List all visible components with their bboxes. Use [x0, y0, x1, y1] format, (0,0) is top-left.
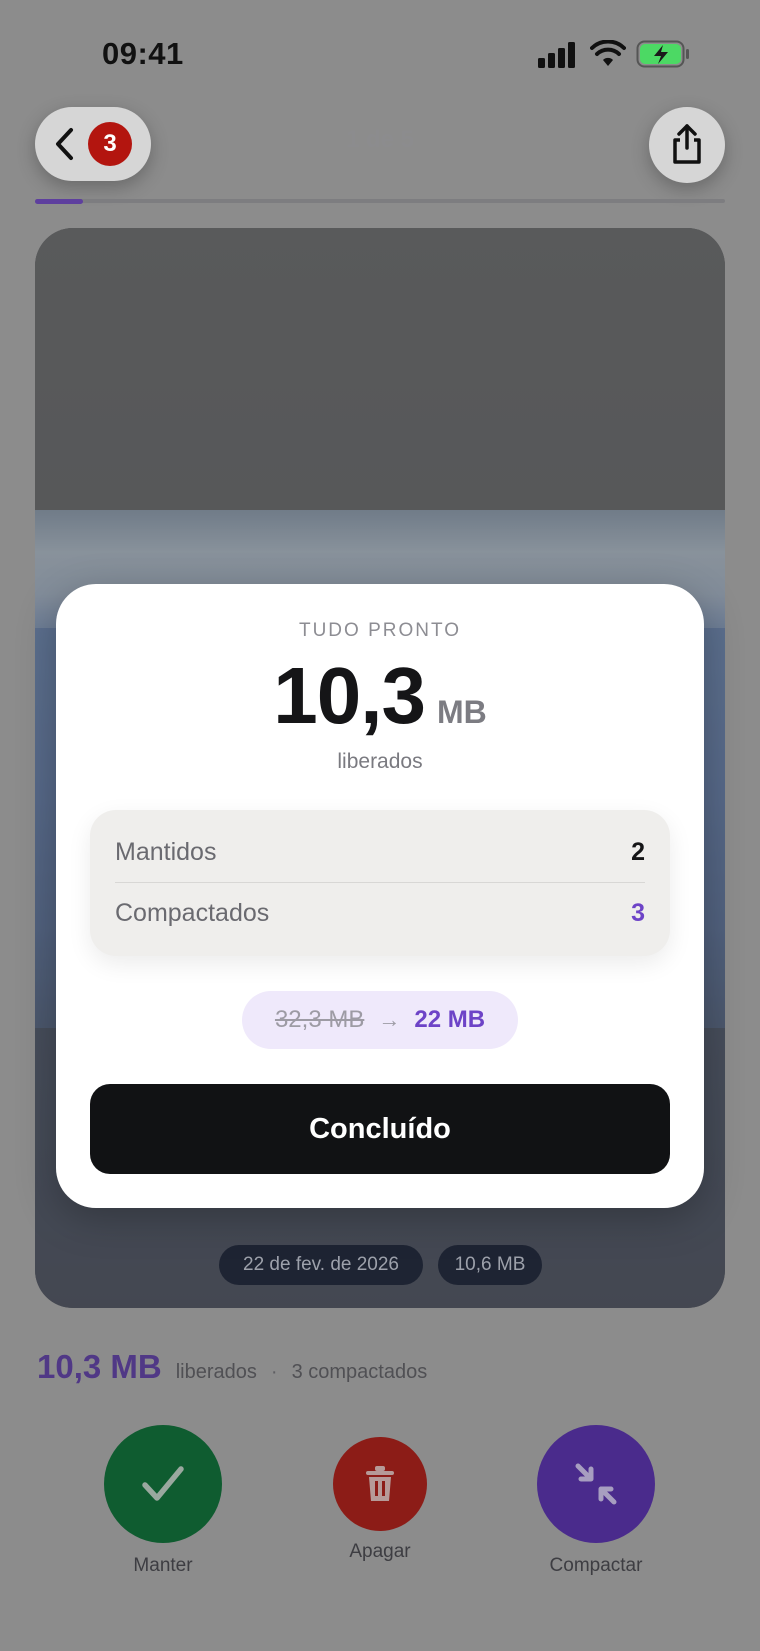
wifi-icon — [590, 40, 626, 66]
delete-button[interactable] — [333, 1437, 427, 1531]
keep-label: Manter — [133, 1555, 193, 1576]
trash-icon — [366, 1466, 394, 1501]
arrow-right-icon: → — [378, 1007, 401, 1032]
status-time: 09:41 — [102, 36, 184, 71]
stat-value: 2 — [631, 837, 645, 866]
summary-freed: liberados — [175, 1361, 257, 1383]
stats-box: Mantidos 2 Compactados 3 — [90, 810, 670, 956]
page-title: 1 de 5 — [345, 126, 415, 153]
stat-value: 3 — [631, 898, 645, 927]
share-icon — [673, 124, 701, 164]
size-after: 22 MB — [414, 1006, 486, 1033]
summary-compacted: 3 compactados — [291, 1361, 428, 1383]
back-button[interactable]: 3 — [35, 107, 151, 181]
delete-label: Apagar — [349, 1541, 411, 1562]
progress-fill — [35, 199, 83, 204]
photo-area-top — [35, 228, 725, 510]
photo-date-chip: 22 de fev. de 2026 — [219, 1245, 423, 1285]
share-button[interactable] — [649, 107, 725, 183]
delete-action[interactable]: Apagar — [333, 1437, 427, 1563]
freed-label: liberados — [337, 750, 423, 773]
battery-charging-icon — [636, 40, 689, 68]
stat-label: Compactados — [115, 898, 270, 927]
cellular-signal-icon — [538, 42, 575, 68]
progress-track — [35, 199, 725, 203]
done-button[interactable]: Concluído — [90, 1084, 670, 1174]
freed-amount-unit: MB — [436, 694, 487, 730]
compress-icon — [575, 1463, 617, 1505]
size-before: 32,3 MB — [274, 1006, 365, 1033]
photo-size-chip: 10,6 MB — [438, 1245, 542, 1285]
stat-row-kept: Mantidos 2 — [115, 822, 645, 882]
compress-action[interactable]: Compactar — [537, 1425, 655, 1577]
completion-dialog: TUDO PRONTO 10,3 MB liberados Mantidos 2… — [56, 584, 704, 1208]
compress-label: Compactar — [549, 1555, 643, 1576]
freed-amount: 10,3 MB — [56, 650, 704, 742]
stat-row-compacted: Compactados 3 — [115, 883, 645, 943]
summary-line: 10,3 MB liberados · 3 compactados — [37, 1348, 427, 1386]
dialog-eyebrow: TUDO PRONTO — [298, 620, 462, 641]
keep-action[interactable]: Manter — [104, 1425, 222, 1577]
check-icon — [142, 1466, 184, 1501]
freed-amount-value: 10,3 — [273, 651, 426, 740]
compress-button[interactable] — [537, 1425, 655, 1543]
stat-label: Mantidos — [115, 837, 217, 866]
chevron-left-icon — [56, 128, 73, 160]
summary-amount: 10,3 MB — [37, 1348, 162, 1385]
size-change-pill: 32,3 MB → 22 MB — [242, 991, 518, 1049]
separator-dot: · — [270, 1361, 278, 1383]
count-badge: 3 — [88, 122, 132, 166]
keep-button[interactable] — [104, 1425, 222, 1543]
